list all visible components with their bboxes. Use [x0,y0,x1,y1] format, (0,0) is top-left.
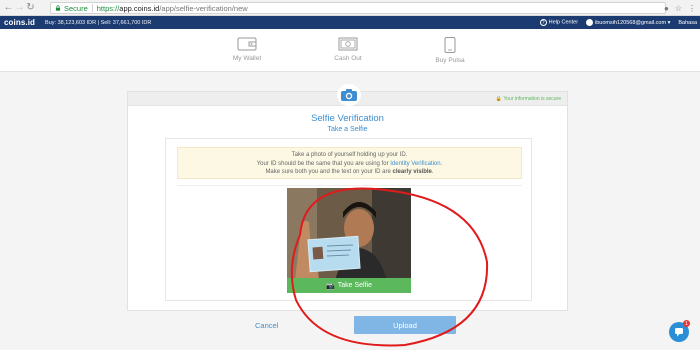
page-title: Selfie Verification [311,113,384,124]
identity-verification-link[interactable]: Identity Verification [390,161,440,167]
url-path: /app/selfie-verification/new [159,3,248,13]
camera-icon [341,89,357,101]
notice-text: Your ID should be the same that you are … [256,160,391,167]
browser-toolbar: ← → ↻ Secure https:// app.coins.id /app/… [0,0,700,16]
user-email: ibuomsih120568@gmail.com [595,19,667,26]
language-selector[interactable]: Bahasa [678,20,697,26]
chevron-down-icon: ▾ [667,19,671,26]
nav-my-wallet[interactable]: My Wallet [217,37,277,62]
nav-label: Cash Out [334,55,362,62]
secure-note: 🔒 Your information is secure [496,96,561,102]
wallet-nav: My Wallet Cash Out Buy Pulsa [0,29,700,72]
reload-icon[interactable]: ↻ [25,0,36,16]
notice-line-2: Your ID should be the same that you are … [178,160,521,169]
notice-text: . [431,169,434,176]
camera-icon: 📷 [326,282,335,290]
selfie-verification-card: 🔒 Your information is secure Selfie Veri… [127,84,568,311]
lock-icon: 🔒 [495,96,503,102]
nav-cash-out[interactable]: Cash Out [318,37,378,62]
page-subtitle: Take a Selfie [327,126,368,133]
url-scheme: https:// [96,3,120,13]
address-bar[interactable]: Secure https:// app.coins.id /app/selfie… [50,2,666,14]
nav-label: My Wallet [232,55,262,62]
site-logo[interactable]: coins.id [4,18,35,27]
help-center-link[interactable]: ? Help Center [539,19,579,26]
url-host: app.coins.id [119,3,160,13]
chat-icon [675,328,683,337]
selfie-panel: Take a photo of yourself holding up your… [165,138,532,301]
take-selfie-label: Take Selfie [337,282,372,289]
cancel-link[interactable]: Cancel [255,321,278,330]
nav-buy-pulsa[interactable]: Buy Pulsa [420,37,480,64]
nav-label: Buy Pulsa [435,57,465,64]
divider [91,4,93,12]
user-icon [586,19,594,26]
lock-icon [55,5,61,11]
user-menu[interactable]: ibuomsih120568@gmail.com ▾ [586,19,670,26]
forward-icon[interactable]: → [14,0,25,16]
back-icon[interactable]: ← [3,0,14,16]
cash-icon [338,37,358,51]
selfie-preview [287,188,411,281]
bookmark-star-icon[interactable]: ☆ [675,4,682,13]
phone-icon [444,37,456,53]
notice-line-1: Take a photo of yourself holding up your… [291,152,408,158]
take-selfie-button[interactable]: 📷 Take Selfie [287,278,411,293]
camera-badge [337,84,361,106]
selfie-photo-illustration [287,188,411,281]
chat-unread-badge: 1 [683,320,690,327]
notice-line-3: Make sure both you and the text on your … [178,168,521,177]
notice-emphasis: clearly visible [392,169,432,176]
notice-text: . [440,160,443,167]
help-icon: ? [539,19,547,26]
menu-icon[interactable]: ⋮ [688,4,696,13]
notice-text: Make sure both you and the text on your … [265,169,393,176]
site-top-bar: coins.id Buy: 38,123,603 IDR | Sell: 37,… [0,16,700,29]
upload-button[interactable]: Upload [354,316,456,334]
price-ticker: Buy: 38,123,603 IDR | Sell: 37,661,700 I… [45,19,152,26]
camera-permission-icon[interactable]: ● [664,4,669,13]
wallet-icon [237,37,257,51]
divider [177,185,522,186]
secure-note-text: Your information is secure [503,96,561,102]
help-label: Help Center [548,19,579,26]
instruction-notice: Take a photo of yourself holding up your… [177,147,522,179]
secure-label: Secure [64,3,88,13]
